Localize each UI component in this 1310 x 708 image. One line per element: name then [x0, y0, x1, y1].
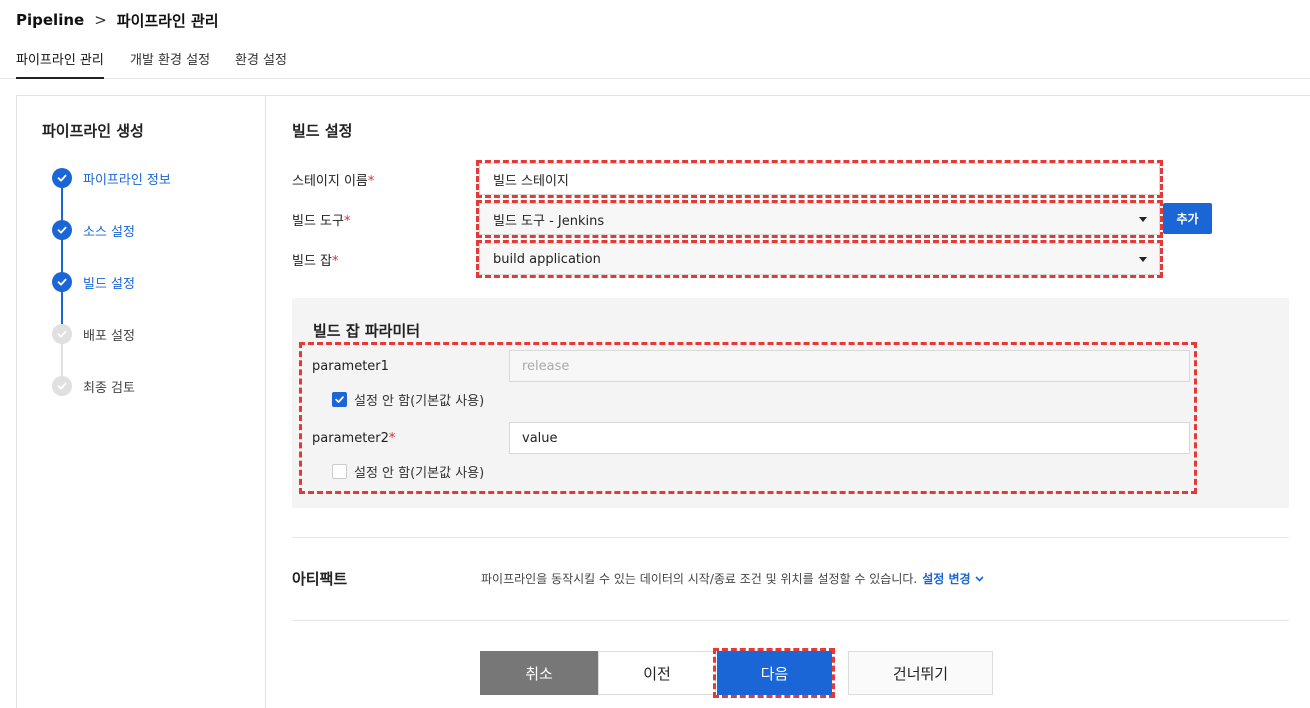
parameter1-input[interactable]: release	[509, 350, 1190, 382]
stage-name-input[interactable]: 빌드 스테이지	[479, 163, 1160, 195]
cancel-button[interactable]: 취소	[480, 651, 598, 695]
tab-dev-environment[interactable]: 개발 환경 설정	[130, 49, 210, 79]
tab-pipeline-management[interactable]: 파이프라인 관리	[16, 49, 104, 79]
caret-down-icon	[1139, 257, 1147, 262]
step-source-settings[interactable]: 소스 설정	[52, 219, 135, 241]
add-build-tool-button[interactable]: 추가	[1163, 203, 1212, 234]
build-job-select[interactable]: build application	[479, 243, 1160, 275]
parameter2-label: parameter2*	[312, 431, 396, 446]
step-final-review[interactable]: 최종 검토	[52, 375, 135, 397]
step-label: 빌드 설정	[83, 276, 135, 292]
tab-bar: 파이프라인 관리 개발 환경 설정 환경 설정	[0, 46, 1310, 79]
chevron-down-icon	[975, 575, 984, 582]
divider	[292, 620, 1289, 621]
divider	[292, 537, 1289, 538]
step-pipeline-info[interactable]: 파이프라인 정보	[52, 167, 171, 189]
step-label: 파이프라인 정보	[83, 172, 171, 188]
step-label: 소스 설정	[83, 224, 135, 240]
caret-down-icon	[1139, 217, 1147, 222]
stepper-sidebar: 파이프라인 생성 파이프라인 정보 소스 설정 빌드 설정 배포 설정 최종 검…	[17, 96, 266, 708]
breadcrumb-root[interactable]: Pipeline	[16, 11, 84, 29]
parameter1-use-default-checkbox[interactable]: 설정 안 함(기본값 사용)	[332, 390, 484, 409]
step-label: 배포 설정	[83, 328, 135, 344]
previous-button[interactable]: 이전	[598, 651, 716, 695]
step-build-settings[interactable]: 빌드 설정	[52, 271, 135, 293]
check-icon	[52, 376, 72, 396]
parameter2-use-default-checkbox[interactable]: 설정 안 함(기본값 사용)	[332, 462, 484, 481]
breadcrumb: Pipeline > 파이프라인 관리	[16, 10, 219, 30]
parameter1-label: parameter1	[312, 359, 389, 374]
checkbox-unchecked-icon	[332, 464, 347, 479]
build-tool-label: 빌드 도구*	[292, 214, 351, 229]
build-settings-form: 빌드 설정 스테이지 이름* 빌드 스테이지 빌드 도구* 빌드 도구 - Je…	[267, 96, 1310, 708]
breadcrumb-separator-icon: >	[94, 11, 107, 29]
stage-name-label: 스테이지 이름*	[292, 174, 375, 189]
checkbox-checked-icon	[332, 392, 347, 407]
section-title: 빌드 설정	[292, 122, 353, 140]
artifact-description: 파이프라인을 동작시킬 수 있는 데이터의 시작/종료 조건 및 위치를 설정할…	[481, 570, 984, 587]
artifact-title: 아티팩트	[292, 570, 348, 588]
build-job-parameters: 빌드 잡 파라미터 parameter1 release 설정 안 함(기본값 …	[292, 298, 1289, 508]
pipeline-create-panel: 파이프라인 생성 파이프라인 정보 소스 설정 빌드 설정 배포 설정 최종 검…	[16, 95, 1310, 708]
build-tool-select[interactable]: 빌드 도구 - Jenkins	[479, 203, 1160, 235]
next-button[interactable]: 다음	[717, 651, 832, 695]
change-settings-link[interactable]: 설정 변경	[922, 570, 984, 587]
step-deploy-settings[interactable]: 배포 설정	[52, 323, 135, 345]
build-job-label: 빌드 잡*	[292, 254, 339, 269]
check-icon	[52, 220, 72, 240]
skip-button[interactable]: 건너뛰기	[848, 651, 993, 695]
tab-environment-settings[interactable]: 환경 설정	[235, 49, 287, 79]
check-icon	[52, 272, 72, 292]
stepper-line-done	[61, 188, 63, 344]
breadcrumb-current: 파이프라인 관리	[116, 11, 219, 30]
parameter2-input[interactable]: value	[509, 422, 1190, 454]
step-label: 최종 검토	[83, 380, 135, 396]
check-icon	[52, 168, 72, 188]
check-icon	[52, 324, 72, 344]
sidebar-title: 파이프라인 생성	[42, 122, 144, 140]
parameters-title: 빌드 잡 파라미터	[313, 322, 421, 340]
